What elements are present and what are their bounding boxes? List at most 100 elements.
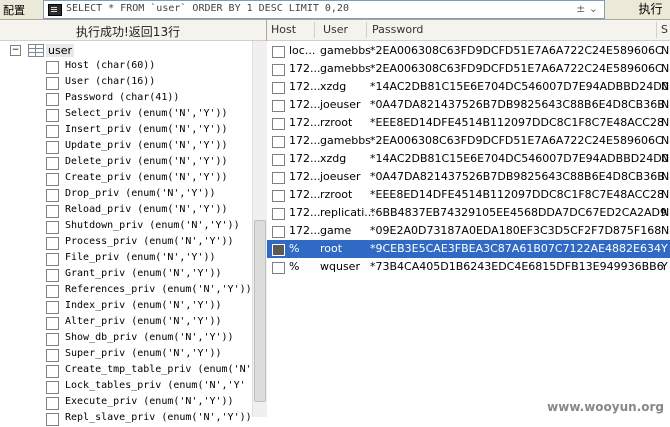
cell-host[interactable]: 172...: [289, 134, 321, 147]
cell-user[interactable]: replicati...: [320, 206, 375, 219]
cell-password[interactable]: *0A47DA821437526B7DB9825643C88B6E4D8CB36…: [370, 170, 665, 183]
cell-password[interactable]: *2EA006308C63FD9DCFD51E7A6A722C24E589606…: [370, 44, 663, 57]
cell-select-priv[interactable]: N: [661, 170, 669, 183]
status-bar: 执行成功!返回13行: [0, 20, 266, 41]
row-select-checkbox[interactable]: [272, 244, 285, 256]
row-select-checkbox[interactable]: [272, 226, 285, 238]
cell-select-priv[interactable]: N: [661, 62, 669, 75]
scrollbar-thumb[interactable]: [254, 220, 266, 402]
cell-host[interactable]: 172...: [289, 152, 321, 165]
table-row[interactable]: 172... gamebbs *2EA006308C63FD9DCFD51E7A6A…: [267, 60, 670, 78]
sql-query-input[interactable]: SELECT * FROM `user` ORDER BY 1 DESC LIM…: [43, 0, 605, 19]
row-select-checkbox[interactable]: [272, 64, 285, 76]
cell-password[interactable]: *2EA006308C63FD9DCFD51E7A6A722C24E589606…: [370, 134, 663, 147]
table-name[interactable]: user: [46, 44, 74, 57]
cell-user[interactable]: rzroot: [320, 188, 352, 201]
header-divider[interactable]: [366, 22, 367, 38]
cell-host[interactable]: 172...: [289, 98, 321, 111]
header-select-priv[interactable]: S: [661, 23, 668, 36]
cell-user[interactable]: rzroot: [320, 116, 352, 129]
header-divider[interactable]: [656, 22, 657, 38]
cell-host[interactable]: 172...: [289, 116, 321, 129]
cell-user[interactable]: gamebbs: [320, 134, 371, 147]
cell-select-priv[interactable]: Y: [661, 260, 668, 273]
row-select-checkbox[interactable]: [272, 100, 285, 112]
row-select-checkbox[interactable]: [272, 190, 285, 202]
cell-select-priv[interactable]: N: [661, 98, 669, 111]
table-row[interactable]: 172... gamebbs *2EA006308C63FD9DCFD51E7A6A…: [267, 132, 670, 150]
column-label: Reload_priv (enum('N','Y')): [65, 204, 228, 215]
cell-password[interactable]: *73B4CA405D1B6243EDC4E6815DFB13E949936BB…: [370, 260, 664, 273]
cell-password[interactable]: *09E2A0D73187A0EDA180EF3C3D5CF2F7D875F16…: [370, 224, 661, 237]
cell-password[interactable]: *14AC2DB81C15E6E704DC546007D7E94ADBBD24D…: [370, 80, 669, 93]
cell-user[interactable]: joeuser: [320, 170, 361, 183]
row-select-checkbox[interactable]: [272, 136, 285, 148]
row-select-checkbox[interactable]: [272, 46, 285, 58]
cell-user[interactable]: gamebbs: [320, 62, 371, 75]
row-select-checkbox[interactable]: [272, 262, 285, 274]
header-host[interactable]: Host: [271, 23, 296, 36]
config-label[interactable]: 配置: [3, 2, 25, 18]
cell-host[interactable]: 172...: [289, 170, 321, 183]
cell-user[interactable]: joeuser: [320, 98, 361, 111]
cell-user[interactable]: gamebbs: [320, 44, 371, 57]
cell-select-priv[interactable]: Y: [661, 242, 668, 255]
cell-password[interactable]: *9CEB3E5CAE3FBEA3C87A61B07C7122AE4882E63…: [370, 242, 661, 255]
sql-query-text[interactable]: SELECT * FROM `user` ORDER BY 1 DESC LIM…: [66, 3, 349, 14]
execute-button[interactable]: 执行: [631, 0, 670, 18]
column-label: References_priv (enum('N','Y')): [65, 284, 252, 295]
column-icon: [46, 413, 59, 426]
cell-user[interactable]: xzdg: [320, 80, 346, 93]
cell-host[interactable]: 172...: [289, 80, 321, 93]
table-row[interactable]: 172... xzdg *14AC2DB81C15E6E704DC546007D7E…: [267, 150, 670, 168]
table-row[interactable]: 172... joeuser *0A47DA821437526B7DB9825643…: [267, 96, 670, 114]
cell-password[interactable]: *0A47DA821437526B7DB9825643C88B6E4D8CB36…: [370, 98, 665, 111]
column-label: User (char(16)): [65, 76, 156, 87]
cell-select-priv[interactable]: N: [661, 116, 669, 129]
cell-select-priv[interactable]: N: [661, 188, 669, 201]
cell-password[interactable]: *14AC2DB81C15E6E704DC546007D7E94ADBBD24D…: [370, 152, 669, 165]
cell-password[interactable]: *EEE8ED14DFE4514B112097DDC8C1F8C7E48ACC2…: [370, 116, 664, 129]
row-select-checkbox[interactable]: [272, 208, 285, 220]
table-row[interactable]: 172... game *09E2A0D73187A0EDA180EF3C3D5CF…: [267, 222, 670, 240]
row-select-checkbox[interactable]: [272, 118, 285, 130]
table-row[interactable]: 172... rzroot *EEE8ED14DFE4514B112097DDC8C…: [267, 114, 670, 132]
header-password[interactable]: Password: [372, 23, 423, 36]
cell-host[interactable]: 172...: [289, 224, 321, 237]
cell-host[interactable]: 172...: [289, 206, 321, 219]
table-row[interactable]: loc... gamebbs *2EA006308C63FD9DCFD51E7A6A…: [267, 42, 670, 60]
table-row[interactable]: 172... joeuser *0A47DA821437526B7DB9825643…: [267, 168, 670, 186]
table-row[interactable]: % root *9CEB3E5CAE3FBEA3C87A61B07C7122AE48…: [267, 240, 670, 258]
cell-select-priv[interactable]: N: [661, 134, 669, 147]
cell-select-priv[interactable]: N: [661, 152, 669, 165]
cell-user[interactable]: xzdg: [320, 152, 346, 165]
cell-password[interactable]: *2EA006308C63FD9DCFD51E7A6A722C24E589606…: [370, 62, 663, 75]
cell-select-priv[interactable]: N: [661, 224, 669, 237]
header-user[interactable]: User: [323, 23, 348, 36]
cell-password[interactable]: *EEE8ED14DFE4514B112097DDC8C1F8C7E48ACC2…: [370, 188, 664, 201]
cell-select-priv[interactable]: N: [661, 44, 669, 57]
table-row[interactable]: 172... rzroot *EEE8ED14DFE4514B112097DDC8C…: [267, 186, 670, 204]
cell-select-priv[interactable]: N: [661, 80, 669, 93]
cell-user[interactable]: root: [320, 242, 342, 255]
column-icon: [46, 349, 59, 362]
cell-host[interactable]: %: [289, 260, 299, 273]
table-row[interactable]: % wquser *73B4CA405D1B6243EDC4E6815DFB13E9…: [267, 258, 670, 276]
cell-host[interactable]: loc...: [289, 44, 315, 57]
table-row[interactable]: 172... replicati... *6BB4837EB74329105EE45…: [267, 204, 670, 222]
row-select-checkbox[interactable]: [272, 154, 285, 166]
table-row[interactable]: 172... xzdg *14AC2DB81C15E6E704DC546007D7E…: [267, 78, 670, 96]
collapse-icon[interactable]: −: [10, 45, 21, 56]
header-divider[interactable]: [314, 22, 315, 38]
cell-user[interactable]: game: [320, 224, 351, 237]
column-icon: [46, 301, 59, 314]
cell-host[interactable]: 172...: [289, 188, 321, 201]
cell-select-priv[interactable]: N: [661, 206, 669, 219]
cell-host[interactable]: %: [289, 242, 299, 255]
query-history-dropdown[interactable]: ± ⌄: [576, 2, 598, 15]
cell-user[interactable]: wquser: [320, 260, 360, 273]
row-select-checkbox[interactable]: [272, 82, 285, 94]
row-select-checkbox[interactable]: [272, 172, 285, 184]
cell-host[interactable]: 172...: [289, 62, 321, 75]
cell-password[interactable]: *6BB4837EB74329105EE4568DDA7DC67ED2CA2AD…: [370, 206, 667, 219]
